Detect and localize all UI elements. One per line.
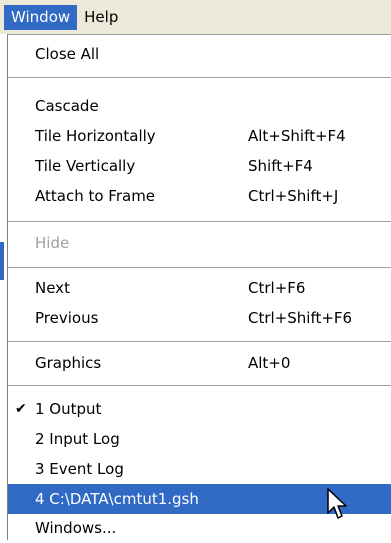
menu-help[interactable]: Help: [77, 5, 125, 30]
menu-item-shortcut: Ctrl+F6: [248, 279, 306, 297]
menu-item-tile-vertically[interactable]: Tile Vertically Shift+F4: [8, 151, 391, 181]
menu-item-label: Close All: [35, 45, 100, 63]
menu-item-label: Next: [35, 279, 70, 297]
menu-item-label: 1 Output: [35, 400, 102, 418]
menu-item-shortcut: Alt+0: [248, 354, 291, 372]
menu-item-shortcut: Shift+F4: [248, 157, 313, 175]
menu-item-label: Tile Horizontally: [35, 127, 156, 145]
menu-item-next[interactable]: Next Ctrl+F6: [8, 273, 391, 303]
menu-item-label: Graphics: [35, 354, 102, 372]
menu-item-cascade[interactable]: Cascade: [8, 91, 391, 121]
menu-separator: [8, 341, 391, 342]
menu-item-window-2-input-log[interactable]: 2 Input Log: [8, 424, 391, 454]
menu-separator: [8, 77, 391, 78]
menu-item-attach-to-frame[interactable]: Attach to Frame Ctrl+Shift+J: [8, 181, 391, 211]
menu-item-window-1-output[interactable]: ✔ 1 Output: [8, 394, 391, 424]
menu-item-label: 4 C:\DATA\cmtut1.gsh: [35, 490, 199, 508]
mouse-pointer-icon: [327, 488, 347, 519]
menu-item-window-3-event-log[interactable]: 3 Event Log: [8, 454, 391, 484]
menu-item-label: Cascade: [35, 97, 99, 115]
background-window-edge: [0, 34, 7, 540]
menu-item-close-all[interactable]: Close All: [8, 39, 391, 69]
menu-item-shortcut: Alt+Shift+F4: [248, 127, 346, 145]
menu-item-previous[interactable]: Previous Ctrl+Shift+F6: [8, 303, 391, 333]
checkmark-icon: ✔: [15, 401, 27, 417]
menu-item-label: 3 Event Log: [35, 460, 124, 478]
menu-separator: [8, 385, 391, 386]
menu-item-shortcut: Ctrl+Shift+J: [248, 187, 339, 205]
menu-item-label: Attach to Frame: [35, 187, 156, 205]
menu-separator: [8, 267, 391, 268]
menu-item-tile-horizontally[interactable]: Tile Horizontally Alt+Shift+F4: [8, 121, 391, 151]
menu-bar: Window Help: [0, 0, 391, 34]
background-highlight-mark: [0, 242, 4, 280]
menu-item-label: Previous: [35, 309, 99, 327]
menu-item-shortcut: Ctrl+Shift+F6: [248, 309, 353, 327]
menu-item-label: 2 Input Log: [35, 430, 120, 448]
menu-item-label: Windows...: [35, 519, 117, 537]
window-menu-dropdown: Close All Cascade Tile Horizontally Alt+…: [7, 34, 391, 540]
menu-item-hide: Hide: [8, 228, 391, 258]
menu-item-label: Tile Vertically: [35, 157, 136, 175]
menu-item-label: Hide: [35, 234, 70, 252]
menu-separator: [8, 221, 391, 222]
menu-item-graphics[interactable]: Graphics Alt+0: [8, 348, 391, 378]
menu-window[interactable]: Window: [4, 5, 78, 30]
